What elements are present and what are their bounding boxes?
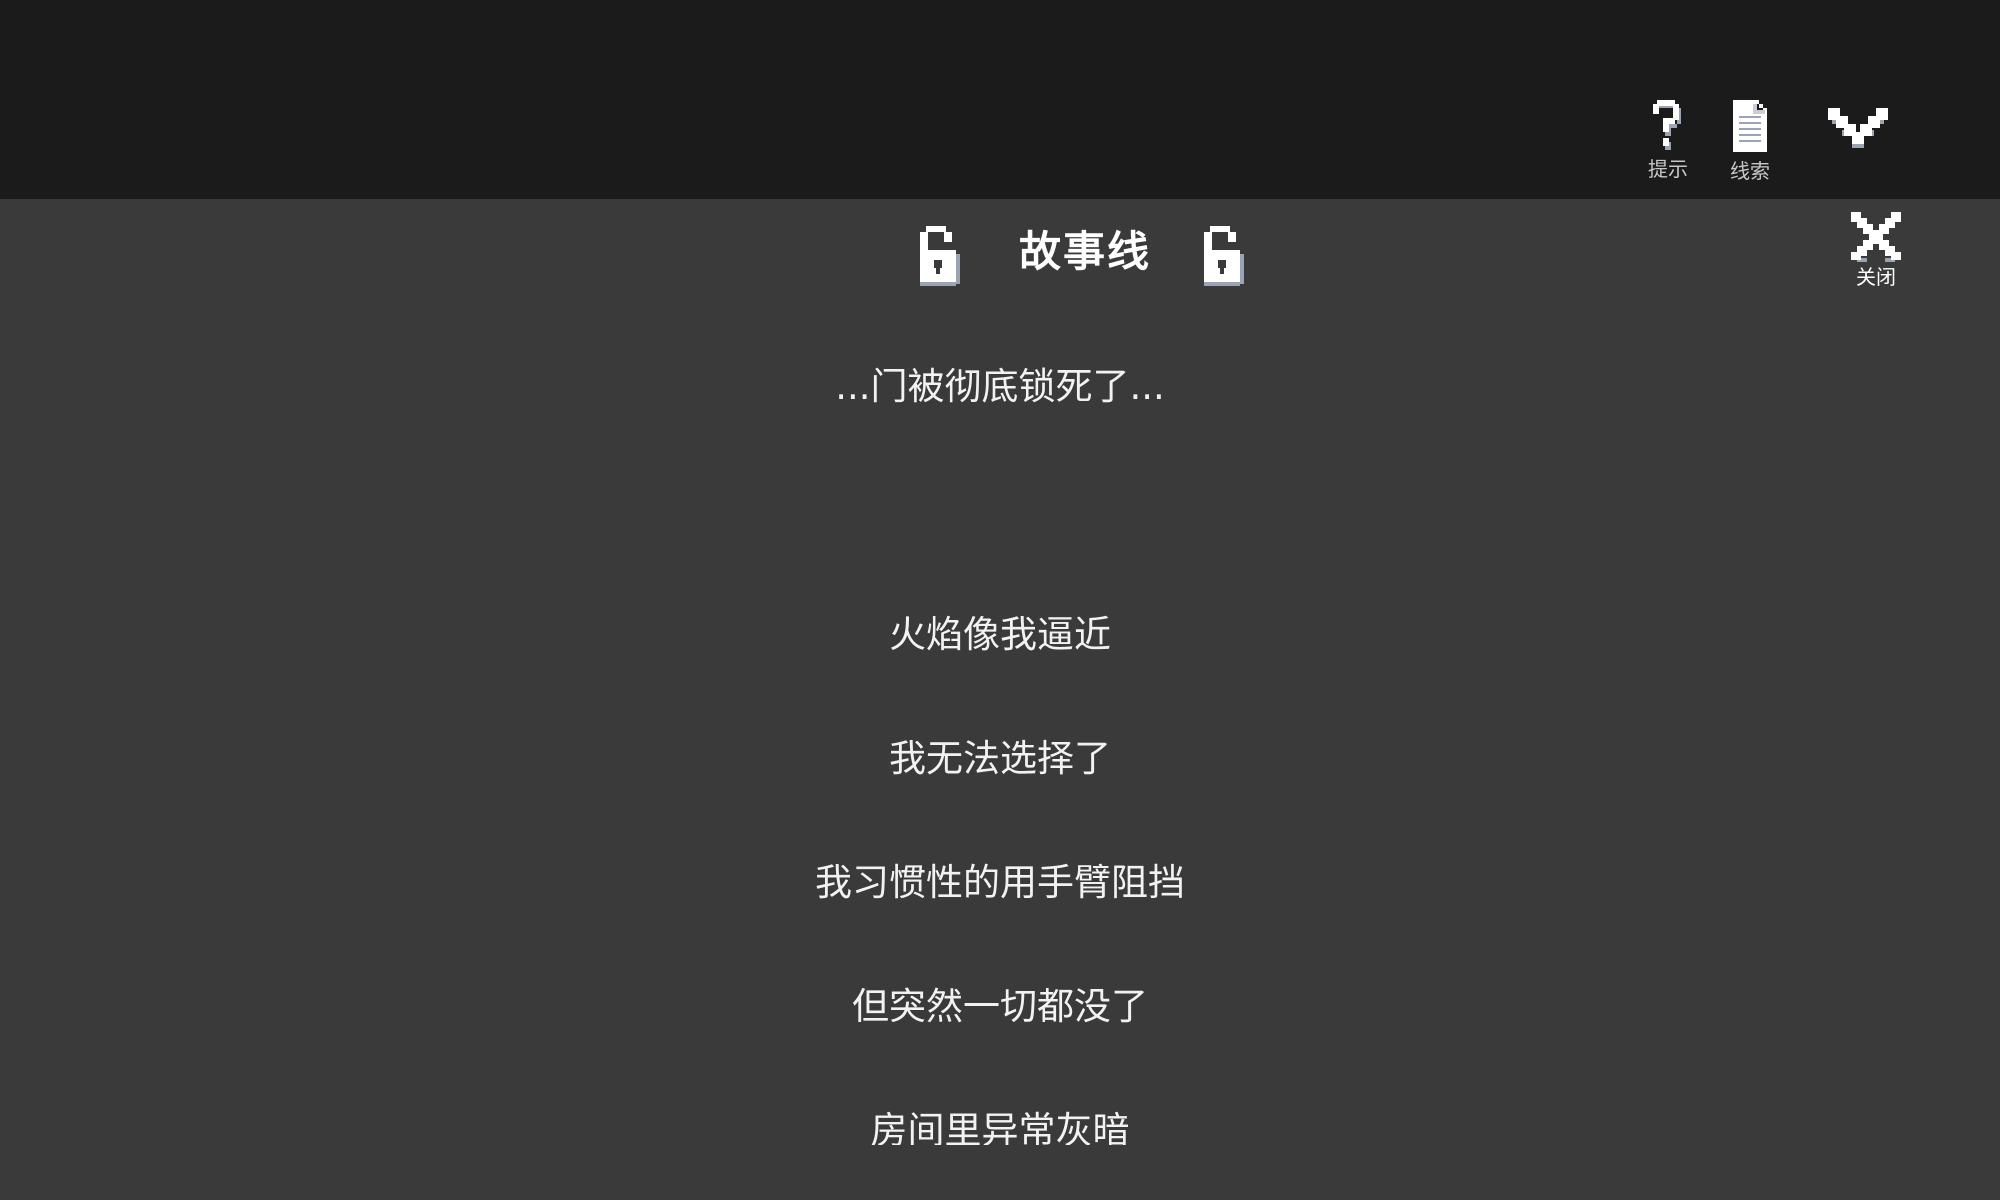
close-x-icon (1851, 212, 1901, 262)
story-line: 但突然一切都没了 (852, 985, 1148, 1028)
story-line: ...门被彻底锁死了... (835, 365, 1165, 408)
close-button[interactable]: 关闭 (1848, 212, 1904, 288)
clues-button[interactable]: 线索 (1722, 100, 1778, 182)
story-line: 火焰像我逼近 (889, 613, 1111, 656)
hint-button[interactable]: 提示 (1640, 100, 1696, 180)
chevron-down-icon (1828, 108, 1888, 148)
close-label: 关闭 (1856, 265, 1896, 289)
story-text-area[interactable]: ...门被彻底锁死了... 火焰像我逼近 我无法选择了 我习惯性的用手臂阻挡 但… (0, 350, 2000, 1145)
game-screen: 提示 线索 故事线 关闭 ...门被彻底锁死了... 火焰像我逼近 我无法选择了… (0, 0, 2000, 1200)
unlocked-padlock-icon (920, 226, 960, 286)
collapse-button[interactable] (1828, 104, 1888, 158)
story-line: 我习惯性的用手臂阻挡 (815, 861, 1185, 904)
hint-label: 提示 (1648, 157, 1688, 181)
unlocked-padlock-icon (1204, 226, 1244, 286)
story-line: 我无法选择了 (889, 737, 1111, 780)
question-mark-icon (1653, 100, 1681, 150)
story-line: 房间里异常灰暗 (870, 1109, 1130, 1145)
panel-header: 故事线 (0, 220, 2000, 290)
panel-title: 故事线 (1018, 227, 1151, 276)
clues-label: 线索 (1730, 159, 1770, 183)
document-icon (1733, 100, 1767, 152)
top-bar: 提示 线索 (0, 0, 2000, 199)
